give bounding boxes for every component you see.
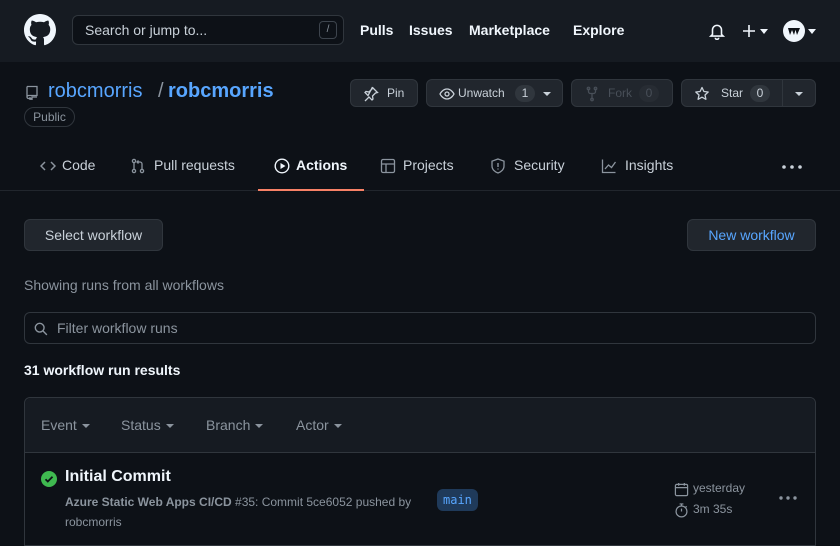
star-count: 0 xyxy=(750,85,770,102)
visibility-badge: Public xyxy=(24,107,75,127)
new-workflow-button[interactable]: New workflow xyxy=(687,219,816,251)
event-filter-dropdown[interactable]: Event xyxy=(41,417,90,433)
search-shortcut-key: / xyxy=(319,21,337,39)
run-workflow-name: Azure Static Web Apps CI/CD xyxy=(65,495,232,509)
branch-filter-label: Branch xyxy=(206,417,251,433)
chevron-down-icon xyxy=(165,424,174,428)
nav-pulls[interactable]: Pulls xyxy=(360,22,393,38)
tab-projects[interactable]: Projects xyxy=(380,143,457,190)
fork-icon xyxy=(586,86,598,102)
tab-code[interactable]: Code xyxy=(40,143,97,190)
more-tabs-icon[interactable] xyxy=(782,165,802,169)
star-dropdown-divider xyxy=(782,79,783,107)
fork-label: Fork xyxy=(608,86,632,100)
chevron-down-icon xyxy=(81,424,90,428)
event-filter-label: Event xyxy=(41,417,77,433)
code-icon xyxy=(40,161,56,171)
tab-label: Actions xyxy=(296,157,348,173)
repo-icon xyxy=(26,85,38,100)
tab-actions[interactable]: Actions xyxy=(258,143,364,191)
calendar-icon xyxy=(674,482,689,497)
tab-label: Code xyxy=(62,157,96,173)
play-icon xyxy=(274,158,290,174)
table-row[interactable]: Initial Commit Azure Static Web Apps CI/… xyxy=(25,454,815,546)
runs-filter-bar: Event Status Branch Actor xyxy=(25,398,815,453)
run-duration: 3m 35s xyxy=(693,502,733,516)
fork-button[interactable]: Fork 0 xyxy=(571,79,673,107)
results-count: 31 workflow run results xyxy=(24,362,181,378)
chevron-down-icon xyxy=(543,92,551,96)
tab-label: Security xyxy=(514,157,565,173)
success-check-icon xyxy=(41,471,57,487)
run-date: yesterday xyxy=(693,481,746,495)
stopwatch-icon xyxy=(675,503,688,518)
fork-count: 0 xyxy=(639,85,659,102)
table-icon xyxy=(380,158,396,174)
chevron-down-icon xyxy=(333,424,342,428)
repo-owner-link[interactable]: robcmorris xyxy=(48,80,142,103)
graph-icon xyxy=(601,159,617,174)
branch-filter-dropdown[interactable]: Branch xyxy=(206,417,264,433)
tab-security[interactable]: Security xyxy=(490,143,568,190)
filter-placeholder: Filter workflow runs xyxy=(57,320,178,336)
star-icon xyxy=(695,86,709,100)
star-button[interactable]: Star 0 xyxy=(681,79,816,107)
bell-icon[interactable] xyxy=(708,22,726,40)
pin-icon xyxy=(364,86,379,102)
tab-label: Insights xyxy=(625,157,674,173)
repo-name-link[interactable]: robcmorris xyxy=(168,80,274,103)
search-icon xyxy=(34,322,48,336)
tab-label: Projects xyxy=(403,157,454,173)
select-workflow-button[interactable]: Select workflow xyxy=(24,219,163,251)
runs-scope-text: Showing runs from all workflows xyxy=(24,277,224,293)
eye-icon xyxy=(439,88,455,100)
tab-pull-requests[interactable]: Pull requests xyxy=(130,143,239,190)
run-title-link[interactable]: Initial Commit xyxy=(65,468,171,486)
repo-path-separator: / xyxy=(158,80,164,102)
nav-issues[interactable]: Issues xyxy=(409,22,453,38)
unwatch-label: Unwatch xyxy=(458,86,505,100)
workflow-runs-list: Event Status Branch Actor Initial Commit… xyxy=(24,397,816,546)
chevron-down-icon[interactable] xyxy=(808,29,816,34)
search-input[interactable]: Search or jump to... / xyxy=(72,15,344,45)
avatar-mark-icon xyxy=(788,28,800,35)
nav-explore[interactable]: Explore xyxy=(573,22,624,38)
global-header: Search or jump to... / Pulls Issues Mark… xyxy=(0,0,840,62)
run-menu-icon[interactable] xyxy=(779,496,797,500)
star-label: Star xyxy=(721,86,744,100)
repo-tabs: Code Pull requests Actions Projects Secu… xyxy=(0,143,840,191)
status-filter-label: Status xyxy=(121,417,161,433)
watch-count: 1 xyxy=(515,85,535,102)
shield-icon xyxy=(491,158,505,174)
pin-label: Pin xyxy=(387,86,405,100)
actor-filter-dropdown[interactable]: Actor xyxy=(296,417,342,433)
unwatch-button[interactable]: Unwatch 1 xyxy=(426,79,563,107)
run-meta: Azure Static Web Apps CI/CD #35: Commit … xyxy=(65,492,415,532)
chevron-down-icon xyxy=(255,424,264,428)
github-logo-icon[interactable] xyxy=(24,14,56,46)
pull-request-icon xyxy=(131,158,145,174)
nav-marketplace[interactable]: Marketplace xyxy=(469,22,550,38)
search-placeholder: Search or jump to... xyxy=(85,22,208,38)
create-new-icon[interactable] xyxy=(741,22,769,40)
actor-filter-label: Actor xyxy=(296,417,329,433)
status-filter-dropdown[interactable]: Status xyxy=(121,417,174,433)
pin-button[interactable]: Pin xyxy=(350,79,418,107)
filter-workflow-runs-input[interactable]: Filter workflow runs xyxy=(24,312,816,344)
tab-insights[interactable]: Insights xyxy=(601,143,679,190)
avatar[interactable] xyxy=(783,20,805,42)
tab-label: Pull requests xyxy=(154,157,235,173)
chevron-down-icon[interactable] xyxy=(795,92,803,96)
branch-label[interactable]: main xyxy=(437,489,478,511)
